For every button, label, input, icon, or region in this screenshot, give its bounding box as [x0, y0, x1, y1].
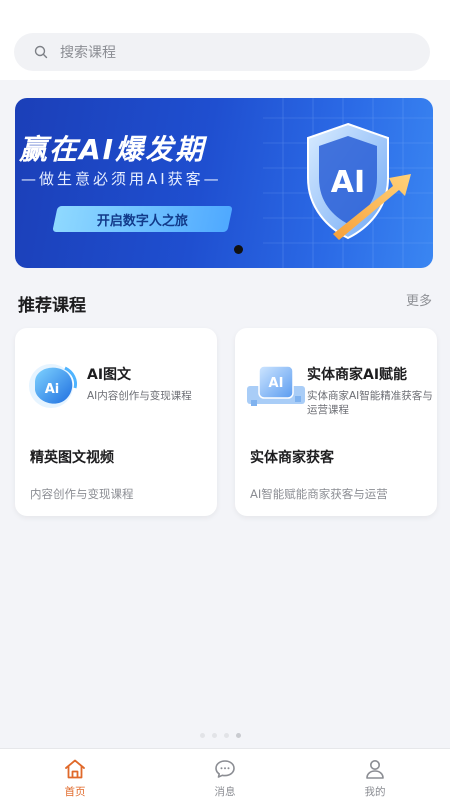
- tab-label: 首页: [64, 786, 86, 798]
- tab-home[interactable]: 首页: [0, 749, 150, 800]
- card-description: AI内容创作与变现课程: [87, 390, 192, 402]
- svg-text:Ai: Ai: [45, 382, 60, 397]
- card-description: 实体商家AI智能精准获客与运营课程: [307, 390, 433, 416]
- card-course-title: 实体商家获客: [250, 450, 334, 466]
- card-name: AI图文: [87, 367, 132, 383]
- svg-text:AI: AI: [269, 376, 284, 391]
- banner-pager-dot[interactable]: [234, 245, 243, 254]
- card-name: 实体商家AI赋能: [307, 367, 408, 383]
- tab-profile[interactable]: 我的: [300, 749, 450, 800]
- search-icon: [34, 45, 48, 59]
- search-input[interactable]: 搜索课程: [14, 33, 430, 71]
- page-dot-active: [236, 733, 241, 738]
- course-card[interactable]: AI 实体商家AI赋能 实体商家AI智能精准获客与运营课程 实体商家获客 AI智…: [235, 328, 437, 516]
- card-course-subtitle: AI智能赋能商家获客与运营: [250, 487, 388, 501]
- ai-text-logo-icon: Ai: [29, 364, 77, 408]
- banner-cta-label: 开启数字人之旅: [96, 213, 188, 229]
- tab-label: 消息: [214, 786, 236, 798]
- tab-messages[interactable]: 消息: [150, 749, 300, 800]
- card-course-title: 精英图文视频: [30, 450, 114, 466]
- page-dot: [212, 733, 217, 738]
- course-card[interactable]: Ai AI图文 AI内容创作与变现课程 精英图文视频 内容创作与变现课程: [15, 328, 217, 516]
- home-icon: [65, 759, 85, 779]
- promo-banner[interactable]: 赢在AI爆发期 —做生意必须用AI获客— 开启数字人之旅 AI: [15, 98, 433, 268]
- card-course-subtitle: 内容创作与变现课程: [30, 487, 134, 501]
- page-indicator: [200, 733, 241, 738]
- ai-merchant-logo-icon: AI: [247, 365, 305, 406]
- banner-title: 赢在AI爆发期: [19, 133, 206, 166]
- more-link[interactable]: 更多: [406, 290, 432, 309]
- banner-subtitle: —做生意必须用AI获客—: [21, 170, 222, 188]
- user-icon: [366, 760, 384, 779]
- section-title: 推荐课程: [18, 296, 86, 316]
- shield-badge-text: AI: [331, 165, 365, 200]
- banner-cta-button[interactable]: 开启数字人之旅: [52, 206, 233, 232]
- page-dot: [224, 733, 229, 738]
- page-dot: [200, 733, 205, 738]
- tab-label: 我的: [364, 786, 386, 798]
- bottom-tab-bar: 首页 消息 我的: [0, 748, 450, 800]
- chat-icon: [215, 760, 235, 778]
- top-bar: 搜索课程: [0, 0, 450, 80]
- search-placeholder: 搜索课程: [60, 45, 116, 61]
- ai-shield-icon: AI: [307, 122, 411, 240]
